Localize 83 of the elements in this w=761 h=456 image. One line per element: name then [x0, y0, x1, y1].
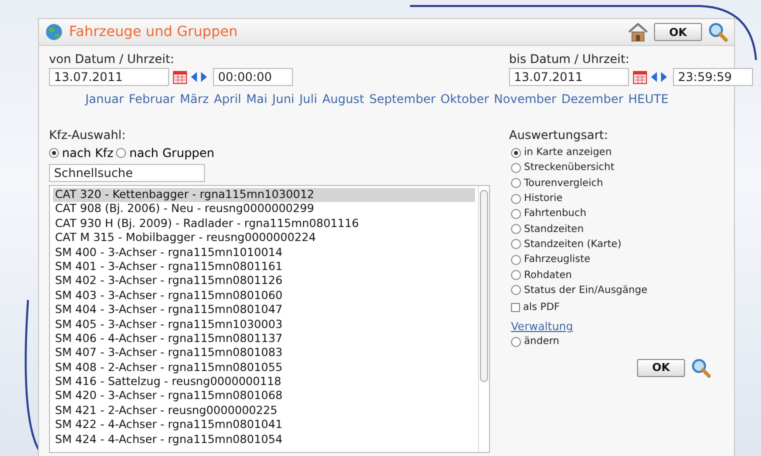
radio-label: Historie	[524, 193, 563, 204]
vehicle-list-item[interactable]: SM 403 - 3-Achser - rgna115mn0801060	[53, 288, 475, 304]
month-link[interactable]: Januar	[85, 92, 124, 106]
radio-button[interactable]	[511, 162, 521, 173]
radio-label: nach Kfz	[62, 146, 114, 160]
month-link[interactable]: Mai	[246, 92, 268, 106]
month-link[interactable]: April	[214, 92, 242, 106]
ok-button[interactable]: OK	[637, 358, 685, 377]
radio-label: nach Gruppen	[129, 146, 214, 160]
vehicle-list-item[interactable]: SM 421 - 2-Achser - reusng0000000225	[53, 404, 475, 418]
radio-button[interactable]	[511, 336, 521, 347]
vehicle-list-item[interactable]: SM 420 - 3-Achser - rgna115mn0801068	[53, 389, 475, 404]
arrow-left-icon[interactable]	[191, 72, 197, 82]
month-link[interactable]: August	[322, 92, 364, 106]
month-link[interactable]: Juli	[299, 92, 318, 106]
radio-label: Fahrzeugliste	[524, 254, 590, 266]
arrow-right-icon[interactable]	[201, 72, 207, 82]
globe-icon	[45, 23, 63, 41]
radio-button[interactable]	[116, 148, 126, 158]
vehicle-list-item[interactable]: SM 405 - 3-Achser - rgna115mn1030003	[53, 318, 475, 332]
calendar-icon[interactable]	[633, 70, 647, 84]
arrow-right-icon[interactable]	[661, 72, 667, 82]
vehicle-list-item[interactable]: SM 408 - 2-Achser - rgna115mn0801055	[53, 360, 475, 376]
vehicle-list-item[interactable]: CAT 930 H (Bj. 2009) - Radlader - rgna115mn0801116	[53, 216, 475, 232]
month-link[interactable]: HEUTE	[628, 92, 669, 106]
vehicle-list-item[interactable]: SM 416 - Sattelzug - reusng0000000118	[53, 375, 475, 390]
radio-button[interactable]	[511, 208, 521, 219]
search-icon[interactable]	[691, 358, 711, 378]
radio-label: Standzeiten	[524, 224, 584, 235]
vehicle-list-item[interactable]: CAT 320 - Kettenbagger - rgna115mn1030012	[53, 188, 475, 202]
vehicle-list-item[interactable]: SM 422 - 4-Achser - rgna115mn0801041	[53, 418, 475, 433]
month-link[interactable]: Dezember	[561, 92, 624, 106]
arrow-left-icon[interactable]	[651, 72, 657, 82]
radio-button[interactable]	[511, 254, 521, 265]
ok-button[interactable]: OK	[654, 23, 702, 41]
radio-label: ändern	[524, 336, 560, 348]
radio-label: Status der Ein/Ausgänge	[524, 284, 648, 296]
scrollbar[interactable]	[478, 186, 489, 452]
radio-label: Streckenübersicht	[524, 162, 614, 174]
vehicle-list-item[interactable]: SM 407 - 3-Achser - rgna115mn0801083	[53, 346, 475, 361]
month-link[interactable]: Oktober	[440, 92, 489, 106]
radio-button[interactable]	[511, 194, 521, 204]
home-icon[interactable]	[628, 22, 648, 42]
radio-button[interactable]	[511, 178, 521, 188]
section-label: Kfz-Auswahl:	[49, 128, 127, 142]
radio-label: Rohdaten	[524, 270, 572, 281]
month-link[interactable]: September	[369, 92, 436, 106]
vehicle-list-item[interactable]: SM 400 - 3-Achser - rgna115mn1010014	[53, 246, 475, 260]
radio-label: in Karte anzeigen	[524, 147, 612, 158]
checkbox-label: als PDF	[523, 302, 560, 314]
radio-button[interactable]	[49, 148, 59, 158]
admin-link[interactable]: Verwaltung	[511, 320, 573, 334]
radio-button[interactable]	[511, 148, 521, 158]
radio-label: Standzeiten (Karte)	[524, 238, 622, 250]
month-link[interactable]: Juni	[272, 92, 294, 106]
quick-search-field[interactable]: Schnellsuche	[49, 164, 205, 182]
date-label: von Datum / Uhrzeit:	[49, 52, 176, 66]
vehicle-list-item[interactable]: CAT 908 (Bj. 2006) - Neu - reusng0000000299	[53, 202, 475, 217]
vehicle-list-item[interactable]: SM 401 - 3-Achser - rgna115mn0801161	[53, 260, 475, 274]
time-field[interactable]: 23:59:59	[673, 68, 753, 86]
date-label: bis Datum / Uhrzeit:	[509, 52, 630, 66]
radio-button[interactable]	[511, 224, 521, 234]
vehicle-list-item[interactable]: SM 424 - 4-Achser - rgna115mn0801054	[53, 432, 475, 448]
radio-label: Fahrtenbuch	[524, 208, 586, 220]
radio-label: Tourenvergleich	[524, 178, 604, 189]
checkbox[interactable]	[511, 303, 520, 312]
vehicle-list-item[interactable]: SM 402 - 3-Achser - rgna115mn0801126	[53, 274, 475, 289]
vehicle-list-item[interactable]: CAT M 315 - Mobilbagger - reusng0000000224	[53, 231, 475, 246]
month-link[interactable]: November	[494, 92, 556, 106]
section-label: Auswertungsart:	[509, 128, 610, 142]
radio-button[interactable]	[511, 239, 521, 250]
window-title: Fahrzeuge und Gruppen	[69, 24, 239, 40]
radio-button[interactable]	[511, 270, 521, 280]
time-field[interactable]: 00:00:00	[213, 68, 293, 86]
month-link[interactable]: März	[180, 92, 209, 106]
vehicle-list-item[interactable]: SM 406 - 4-Achser - rgna115mn0801137	[53, 332, 475, 346]
vehicle-list-item[interactable]: SM 404 - 3-Achser - rgna115mn0801047	[53, 303, 475, 318]
radio-button[interactable]	[511, 285, 521, 296]
month-link[interactable]: Februar	[128, 92, 175, 106]
search-icon[interactable]	[708, 22, 728, 42]
date-field[interactable]: 13.07.2011	[49, 68, 169, 86]
calendar-icon[interactable]	[173, 70, 187, 84]
date-field[interactable]: 13.07.2011	[509, 68, 629, 86]
